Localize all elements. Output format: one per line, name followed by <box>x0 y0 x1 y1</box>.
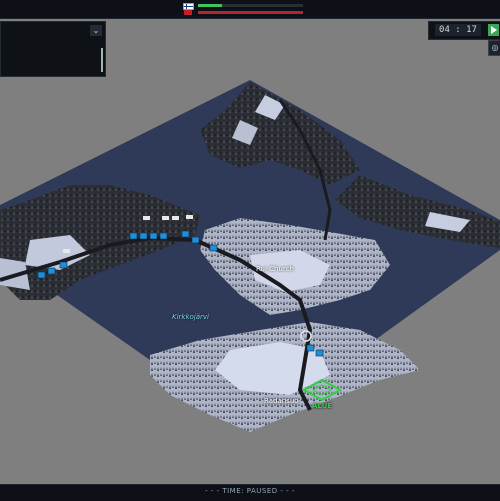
chevron-down-icon[interactable]: ⌄ <box>90 25 102 36</box>
unit-marker <box>149 232 158 240</box>
unit-marker <box>139 232 148 240</box>
church-label: Ruj Church <box>256 265 294 273</box>
enemy-strength-fill <box>198 11 303 14</box>
lake-label: Kirkkojärvi <box>172 313 210 321</box>
village-label: Radansuo <box>264 397 299 405</box>
game-clock: 04 : 17 <box>428 21 500 40</box>
play-icon[interactable] <box>488 24 499 36</box>
unit-marker <box>37 271 46 279</box>
status-bar: - - - TIME: PAUSED - - - <box>0 484 500 501</box>
unit-marker <box>59 261 68 269</box>
unit-marker <box>209 244 218 252</box>
unit-marker <box>306 344 315 352</box>
red-flag-icon <box>184 10 192 15</box>
clock-time: 04 : 17 <box>435 24 481 36</box>
finnish-flag-icon <box>183 3 194 10</box>
unit-list-panel[interactable]: ⌄ <box>0 21 106 77</box>
friendly-strength-bar <box>198 4 303 7</box>
friendly-strength-fill <box>198 4 223 7</box>
speed-button[interactable]: ◎ <box>488 40 500 56</box>
unit-marker <box>315 349 324 357</box>
unit-marker <box>47 267 56 275</box>
top-bar <box>0 0 500 19</box>
unit-marker <box>181 230 190 238</box>
panel-scrollbar[interactable] <box>101 48 103 72</box>
objective-label: ALUE <box>312 402 333 410</box>
unit-marker <box>159 232 168 240</box>
unit-marker <box>129 232 138 240</box>
unit-marker <box>191 236 200 244</box>
enemy-strength-bar <box>198 11 303 14</box>
time-status: - - - TIME: PAUSED - - - <box>205 487 295 495</box>
